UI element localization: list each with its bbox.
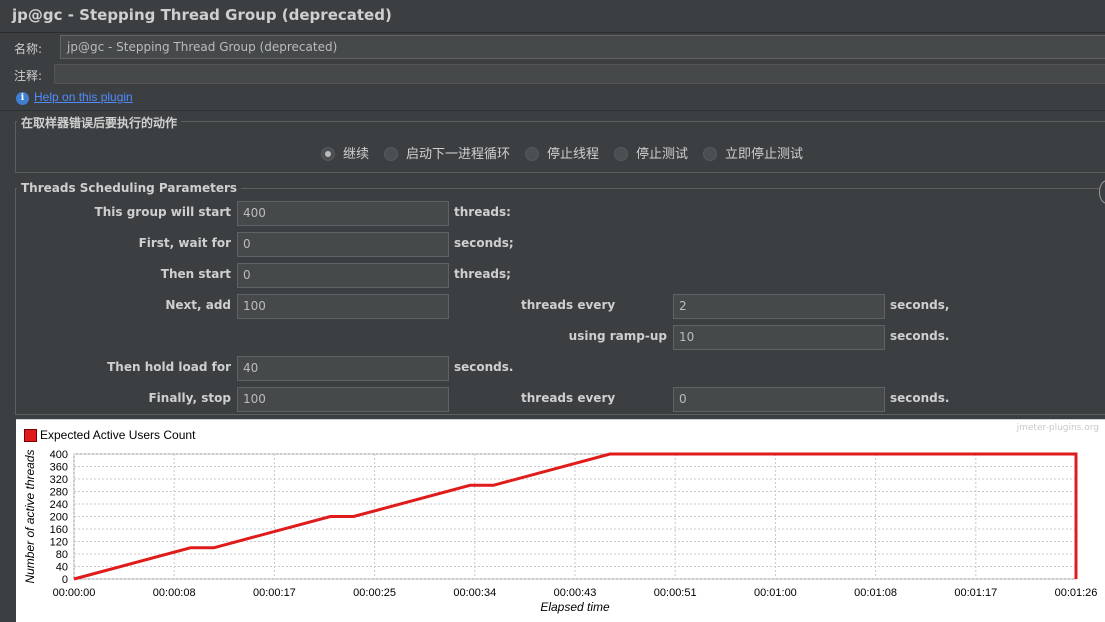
radio-icon: [703, 146, 717, 161]
stop-every-input[interactable]: 0: [673, 387, 885, 412]
stop-input[interactable]: 100: [237, 387, 449, 412]
comment-label: 注释:: [14, 69, 43, 83]
name-field[interactable]: jp@gc - Stepping Thread Group (deprecate…: [60, 35, 1105, 59]
radio-label: 停止测试: [636, 147, 689, 162]
radio-label: 立即停止测试: [725, 147, 804, 162]
wait-input[interactable]: 0: [237, 232, 449, 257]
info-icon: i: [16, 92, 29, 105]
x-tick-label: 00:01:08: [854, 587, 897, 599]
stop-every-label: threads every: [521, 391, 616, 405]
y-tick-label: 320: [50, 474, 68, 486]
start-threads-input[interactable]: 400: [237, 201, 449, 226]
hold-input[interactable]: 40: [237, 356, 449, 381]
radio-icon: [525, 146, 539, 161]
radio-stop-test-now[interactable]: 立即停止测试: [703, 143, 804, 162]
y-tick-label: 120: [50, 537, 68, 549]
x-tick-label: 00:01:17: [954, 587, 997, 599]
x-tick-label: 00:00:34: [453, 587, 496, 599]
threads-every-label: threads every: [521, 298, 616, 312]
then-start-unit: threads;: [454, 267, 511, 281]
x-tick-label: 00:01:00: [754, 587, 797, 599]
stop-every-unit: seconds.: [890, 391, 950, 405]
x-tick-label: 00:01:26: [1055, 587, 1098, 599]
y-tick-label: 80: [56, 549, 68, 561]
y-tick-label: 400: [50, 449, 68, 461]
start-threads-unit: threads:: [454, 205, 511, 219]
rampup-unit: seconds.: [890, 329, 950, 343]
start-threads-label: This group will start: [94, 205, 231, 219]
wait-unit: seconds;: [454, 236, 514, 250]
x-tick-label: 00:00:00: [53, 587, 96, 599]
page-title: jp@gc - Stepping Thread Group (deprecate…: [12, 6, 392, 24]
rampup-label: using ramp-up: [568, 329, 667, 343]
x-tick-label: 00:00:25: [353, 587, 396, 599]
divider: [0, 110, 1105, 111]
radio-selected-icon: [321, 146, 335, 161]
hold-label: Then hold load for: [107, 360, 231, 374]
next-add-input[interactable]: 100: [237, 294, 449, 319]
title-bar: jp@gc - Stepping Thread Group (deprecate…: [0, 0, 1105, 33]
next-add-label: Next, add: [165, 298, 231, 312]
y-tick-label: 40: [56, 562, 68, 574]
then-start-input[interactable]: 0: [237, 263, 449, 288]
radio-icon: [614, 146, 628, 161]
stop-label: Finally, stop: [148, 391, 231, 405]
y-tick-label: 160: [50, 524, 68, 536]
y-tick-label: 0: [62, 574, 68, 586]
y-axis-label: Number of active threads: [23, 449, 37, 583]
y-tick-label: 360: [50, 462, 68, 474]
radio-icon: [384, 146, 398, 161]
y-tick-label: 240: [50, 499, 68, 511]
radio-stop-test[interactable]: 停止测试: [614, 143, 689, 162]
threads-every-unit: seconds,: [890, 298, 950, 312]
x-tick-label: 00:00:17: [253, 587, 296, 599]
radio-label: 启动下一进程循环: [406, 147, 511, 162]
sampler-error-title: 在取样器错误后要执行的动作: [17, 114, 182, 131]
radio-label: 继续: [343, 147, 370, 162]
scheduling-title: Threads Scheduling Parameters: [17, 181, 242, 195]
x-axis-label: Elapsed time: [540, 600, 610, 614]
threads-chart: jmeter-plugins.org Expected Active Users…: [16, 419, 1105, 622]
y-tick-label: 280: [50, 487, 68, 499]
radio-continue[interactable]: 继续: [321, 143, 370, 162]
chart-plot: 04080120160200240280320360400 00:00:00 00:…: [23, 449, 1098, 614]
help-link[interactable]: Help on this plugin: [34, 90, 133, 104]
radio-label: 停止线程: [547, 147, 600, 162]
x-tick-label: 00:00:51: [654, 587, 697, 599]
x-tick-label: 00:00:43: [554, 587, 597, 599]
radio-start-next-loop[interactable]: 启动下一进程循环: [384, 143, 511, 162]
x-tick-label: 00:00:08: [153, 587, 196, 599]
then-start-label: Then start: [160, 267, 231, 281]
comment-field[interactable]: [54, 64, 1105, 84]
name-label: 名称:: [14, 42, 43, 56]
hold-unit: seconds.: [454, 360, 514, 374]
wait-label: First, wait for: [138, 236, 231, 250]
rampup-input[interactable]: 10: [673, 325, 885, 350]
threads-every-input[interactable]: 2: [673, 294, 885, 319]
radio-stop-thread[interactable]: 停止线程: [525, 143, 600, 162]
y-tick-label: 200: [50, 512, 68, 524]
